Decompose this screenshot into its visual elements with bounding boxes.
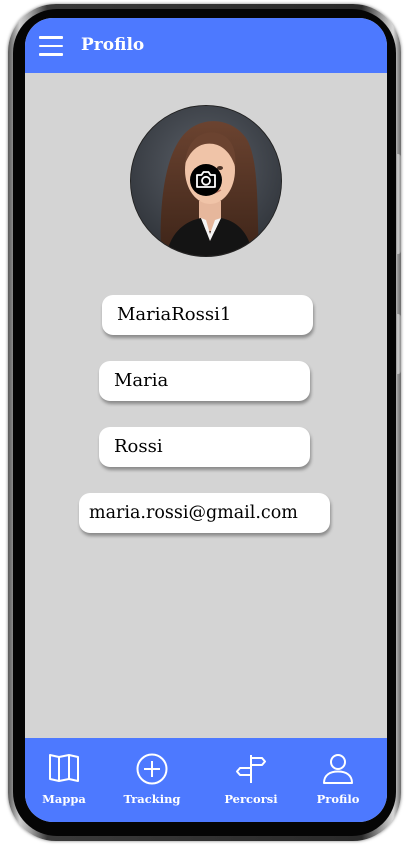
nav-label-mappa: Mappa <box>42 792 86 806</box>
nav-label-percorsi: Percorsi <box>224 792 278 806</box>
email-field[interactable]: maria.rossi@gmail.com <box>79 493 330 533</box>
nav-item-profilo[interactable]: Profilo <box>298 738 378 822</box>
signpost-icon <box>236 755 266 783</box>
nav-item-percorsi[interactable]: Percorsi <box>211 738 291 822</box>
map-icon <box>49 754 79 782</box>
nav-item-tracking[interactable]: Tracking <box>112 738 192 822</box>
user-icon <box>323 754 353 784</box>
first-name-field[interactable]: Maria <box>99 361 310 401</box>
page-title: Profilo <box>81 35 145 55</box>
username-field[interactable]: MariaRossi1 <box>102 295 313 335</box>
plus-circle-icon <box>136 753 168 785</box>
nav-item-mappa[interactable]: Mappa <box>25 738 104 822</box>
last-name-field[interactable]: Rossi <box>99 427 310 467</box>
nav-label-tracking: Tracking <box>123 792 181 806</box>
app-header: Profilo <box>25 18 387 73</box>
bottom-nav: Mappa Tracking Percorsi Profilo <box>25 738 387 822</box>
app-screen: Profilo MariaRossi1 Maria Rossi maria.ro… <box>25 18 387 822</box>
nav-label-profilo: Profilo <box>316 792 360 806</box>
change-photo-button[interactable] <box>190 164 222 196</box>
camera-icon <box>196 171 216 188</box>
hamburger-menu-icon[interactable] <box>39 36 63 56</box>
